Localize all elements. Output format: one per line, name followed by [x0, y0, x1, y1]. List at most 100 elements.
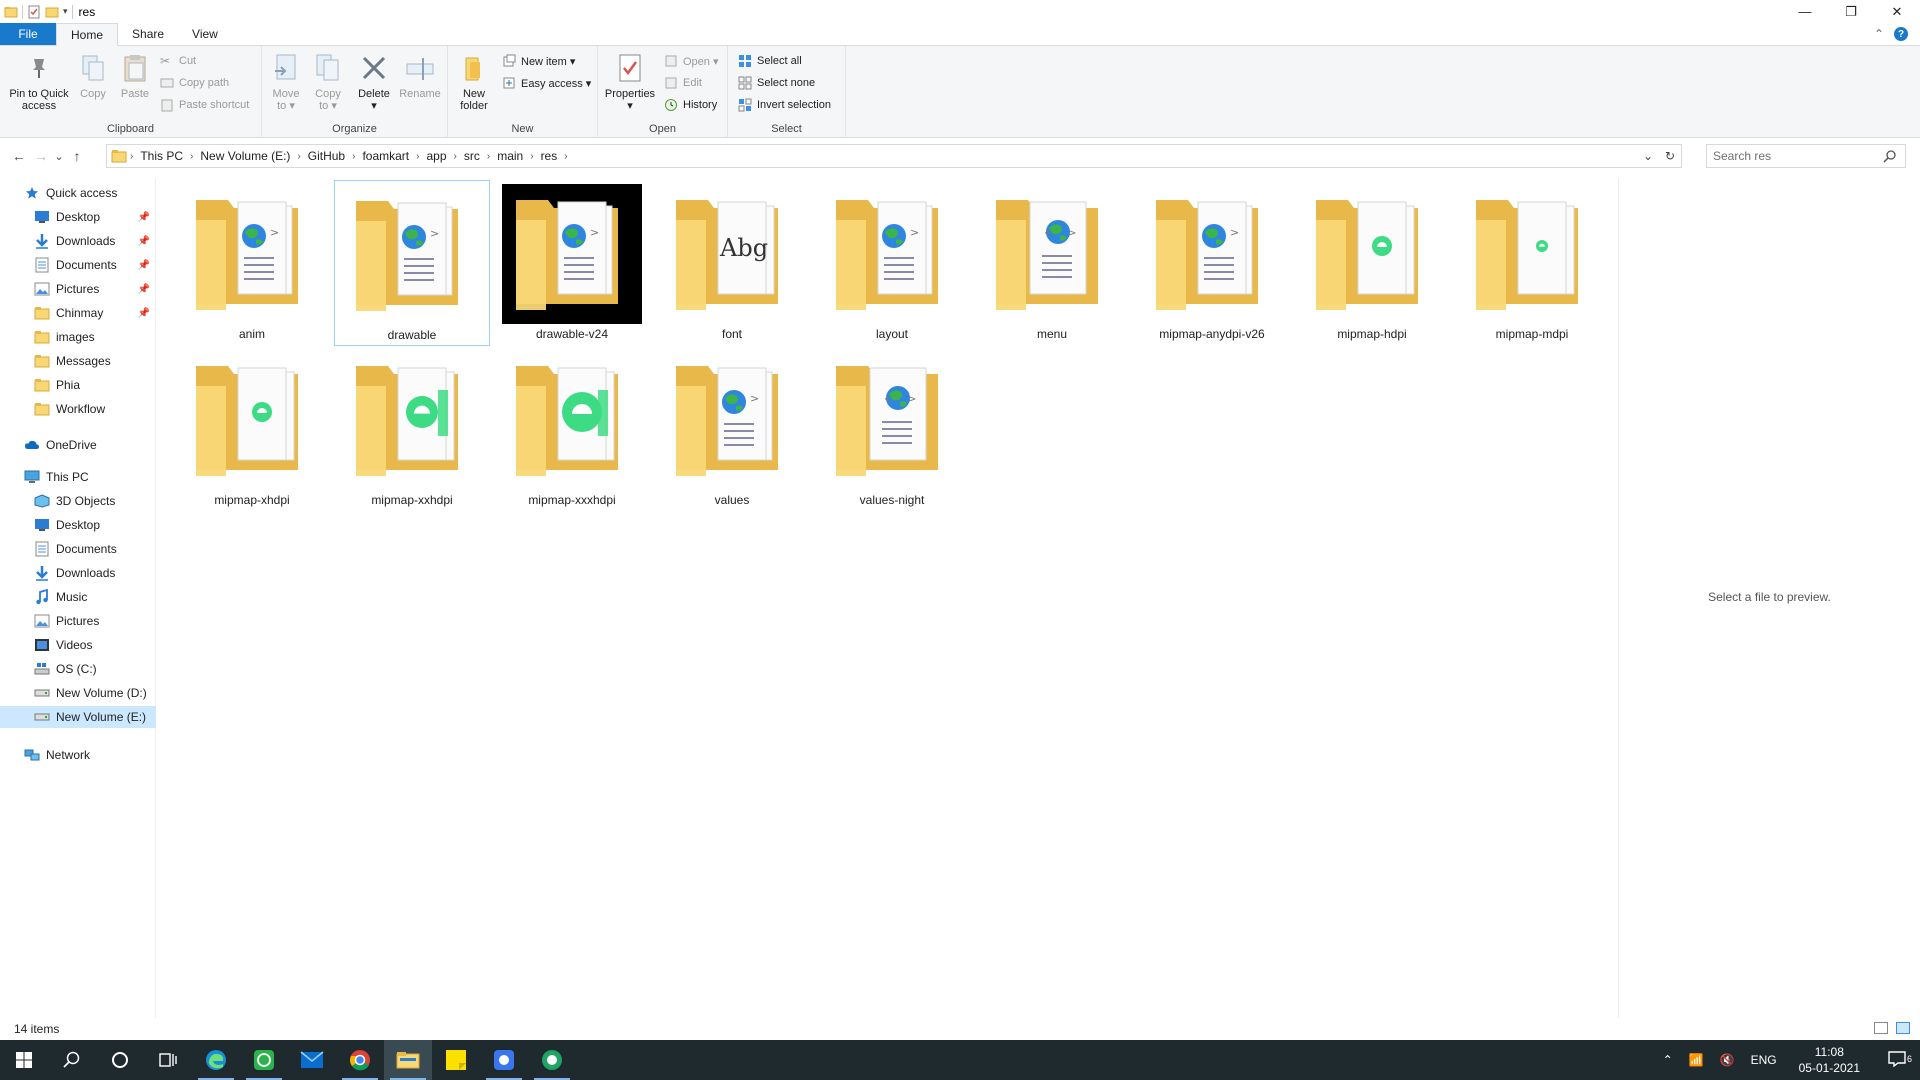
nav-pc-desktop[interactable]: Desktop — [0, 514, 156, 536]
close-button[interactable]: ✕ — [1874, 0, 1920, 23]
folder-mipmap-xxhdpi[interactable]: mipmap-xxhdpi — [334, 346, 490, 512]
search-input[interactable] — [1713, 149, 1873, 163]
pin-icon[interactable]: 📌 — [138, 284, 150, 295]
breadcrumb-separator[interactable]: › — [294, 151, 303, 162]
rename-button[interactable]: Rename — [398, 52, 442, 100]
collapse-ribbon-icon[interactable]: ⌃ — [1874, 27, 1884, 41]
nav-quick-pictures[interactable]: Pictures 📌 — [0, 278, 156, 300]
nav-this-pc[interactable]: This PC — [0, 466, 156, 488]
breadcrumb-separator[interactable]: › — [561, 151, 570, 162]
breadcrumb-src[interactable]: src — [460, 149, 484, 163]
history-button[interactable]: History — [664, 96, 717, 114]
nav-quick-images[interactable]: images — [0, 326, 156, 348]
nav-pc-pictures[interactable]: Pictures — [0, 610, 156, 632]
clock[interactable]: 11:08 05-01-2021 — [1785, 1044, 1874, 1076]
taskbar-chrome[interactable] — [336, 1040, 384, 1080]
open-button[interactable]: Open ▾ — [664, 52, 719, 70]
nav-quick-desktop[interactable]: Desktop 📌 — [0, 206, 156, 228]
nav-quick-messages[interactable]: Messages — [0, 350, 156, 372]
taskbar-app[interactable] — [528, 1040, 576, 1080]
details-view-button[interactable] — [1874, 1022, 1888, 1034]
nav-pc-videos[interactable]: Videos — [0, 634, 156, 656]
easy-access-button[interactable]: Easy access ▾ — [502, 74, 591, 92]
notifications-button[interactable]: 6 — [1874, 1050, 1920, 1070]
pin-icon[interactable]: 📌 — [138, 236, 150, 247]
large-icons-view-button[interactable] — [1896, 1022, 1910, 1034]
pin-icon[interactable]: 📌 — [138, 260, 150, 271]
delete-button[interactable]: Delete ▾ — [354, 52, 394, 112]
nav-pc-music[interactable]: Music — [0, 586, 156, 608]
pin-icon[interactable]: 📌 — [138, 308, 150, 319]
volume-muted-icon[interactable]: 🔇 — [1712, 1053, 1743, 1067]
breadcrumb-separator[interactable]: › — [527, 151, 536, 162]
properties-button[interactable]: Properties ▾ — [602, 52, 658, 112]
folder-mipmap-xhdpi[interactable]: mipmap-xhdpi — [174, 346, 330, 512]
recent-locations-button[interactable]: ⌄ — [52, 145, 66, 167]
nav-pc-documents[interactable]: Documents — [0, 538, 156, 560]
folder-drawable-v24[interactable]: > drawable-v24 — [494, 180, 650, 346]
folder-font[interactable]: Abg font — [654, 180, 810, 346]
tab-share[interactable]: Share — [118, 23, 178, 45]
show-hidden-icons[interactable]: ⌃ — [1655, 1053, 1681, 1067]
folder-values[interactable]: > values — [654, 346, 810, 512]
folder-mipmap-xxxhdpi[interactable]: mipmap-xxxhdpi — [494, 346, 650, 512]
folder-drawable[interactable]: > drawable — [334, 180, 490, 346]
tab-home[interactable]: Home — [56, 23, 119, 46]
refresh-button[interactable]: ↻ — [1659, 149, 1681, 163]
start-button[interactable] — [0, 1040, 48, 1080]
copy-path-button[interactable]: Copy path — [160, 74, 229, 92]
folder-anim[interactable]: > anim — [174, 180, 330, 346]
breadcrumb-separator[interactable]: › — [484, 151, 493, 162]
nav-quick-access[interactable]: Quick access — [0, 182, 156, 204]
invert-selection-button[interactable]: Invert selection — [738, 96, 831, 114]
maximize-button[interactable]: ❐ — [1828, 0, 1874, 23]
nav-network[interactable]: Network — [0, 744, 156, 766]
language-indicator[interactable]: ENG — [1743, 1053, 1785, 1067]
help-icon[interactable]: ? — [1894, 27, 1908, 41]
breadcrumb-separator[interactable]: › — [187, 151, 196, 162]
select-none-button[interactable]: Select none — [738, 74, 815, 92]
folder-values-night[interactable]: < > values-night — [814, 346, 970, 512]
paste-shortcut-button[interactable]: Paste shortcut — [160, 96, 249, 114]
search-button[interactable] — [48, 1040, 96, 1080]
new-folder-button[interactable]: New folder — [454, 52, 494, 112]
back-button[interactable]: ← — [8, 145, 30, 167]
nav-pc-new-volume-d[interactable]: New Volume (D:) — [0, 682, 156, 704]
nav-pc-os-c[interactable]: OS (C:) — [0, 658, 156, 680]
breadcrumb-separator[interactable]: › — [451, 151, 460, 162]
breadcrumb-this-pc[interactable]: This PC — [136, 149, 187, 163]
taskbar-edge[interactable] — [192, 1040, 240, 1080]
breadcrumb-res[interactable]: res — [537, 149, 562, 163]
tab-view[interactable]: View — [178, 23, 232, 45]
nav-quick-chinmay[interactable]: Chinmay 📌 — [0, 302, 156, 324]
folder-layout[interactable]: > layout — [814, 180, 970, 346]
qat-dropdown-icon[interactable]: ▾ — [63, 6, 68, 17]
properties-icon[interactable] — [27, 5, 41, 19]
breadcrumb-separator[interactable]: › — [349, 151, 358, 162]
nav-quick-documents[interactable]: Documents 📌 — [0, 254, 156, 276]
select-all-button[interactable]: Select all — [738, 52, 802, 70]
taskbar-mail[interactable] — [288, 1040, 336, 1080]
breadcrumb-github[interactable]: GitHub — [304, 149, 349, 163]
copy-button[interactable]: Copy — [76, 52, 110, 100]
nav-quick-workflow[interactable]: Workflow — [0, 398, 156, 420]
address-dropdown-button[interactable]: ⌄ — [1637, 149, 1659, 163]
copy-to-button[interactable]: Copy to ▾ — [308, 52, 348, 112]
pin-to-quick-access-button[interactable]: Pin to Quick access — [4, 52, 74, 112]
breadcrumb-new-volume-e[interactable]: New Volume (E:) — [196, 149, 294, 163]
pin-icon[interactable]: 📌 — [138, 212, 150, 223]
nav-onedrive[interactable]: OneDrive — [0, 434, 156, 456]
nav-pc-3d-objects[interactable]: 3D Objects — [0, 490, 156, 512]
tab-file[interactable]: File — [0, 23, 56, 45]
breadcrumb-app[interactable]: app — [422, 149, 450, 163]
folder-mipmap-mdpi[interactable]: mipmap-mdpi — [1454, 180, 1610, 346]
address-bar[interactable]: › This PC › New Volume (E:) › GitHub › f… — [106, 144, 1682, 168]
search-box[interactable] — [1706, 144, 1906, 168]
breadcrumb-main[interactable]: main — [493, 149, 527, 163]
nav-pc-new-volume-e[interactable]: New Volume (E:) — [0, 706, 156, 728]
cortana-button[interactable] — [96, 1040, 144, 1080]
breadcrumb-foamkart[interactable]: foamkart — [358, 149, 413, 163]
taskbar-file-explorer[interactable] — [384, 1040, 432, 1080]
forward-button[interactable]: → — [30, 145, 52, 167]
new-folder-icon[interactable] — [45, 5, 59, 19]
